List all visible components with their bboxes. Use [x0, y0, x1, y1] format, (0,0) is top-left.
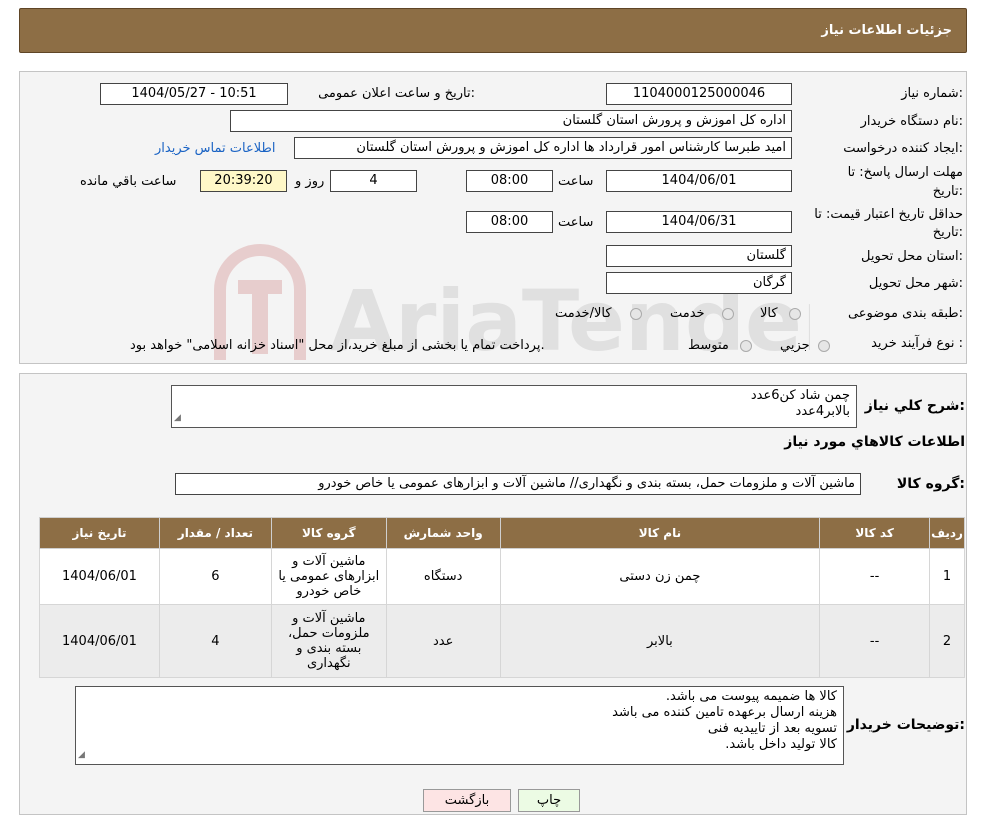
- process-option-medium-label: متوسط: [688, 338, 729, 353]
- page-title: جزئیات اطلاعات نیاز: [821, 23, 952, 38]
- goods-table: ردیف کد کالا نام کالا واحد شمارش گروه کا…: [39, 517, 965, 678]
- summary-line-1: چمن شاد کن6عدد: [750, 388, 850, 403]
- process-option-minor-label: جزیي: [780, 338, 810, 353]
- buyer-org-field[interactable]: اداره کل اموزش و پرورش استان گلستان: [230, 110, 792, 132]
- creator-field[interactable]: امید طبرسا کارشناس امور قرارداد ها اداره…: [294, 137, 792, 159]
- buyer-note-line-1: کالا ها ضمیمه پیوست می باشد.: [665, 689, 837, 704]
- category-option-both-radio[interactable]: [630, 308, 642, 320]
- buyer-note-line-3: تسویه بعد از تاییدیه فنی: [707, 721, 837, 736]
- days-label: روز و: [295, 174, 325, 189]
- buyer-note-line-2: هزینه ارسال برعهده تامین کننده می باشد: [612, 705, 837, 720]
- category-option-goods-radio[interactable]: [789, 308, 801, 320]
- goods-group: ماشین آلات و ملزومات حمل، بسته بندی و نگ…: [270, 604, 387, 678]
- col-goods-group: گروه کالا: [270, 517, 387, 549]
- col-goods-code: کد کالا: [819, 517, 931, 549]
- goods-name: چمن زن دستی: [499, 548, 821, 605]
- city-field[interactable]: گرگان: [606, 272, 792, 294]
- process-type-label: نوع فرآیند خرید :: [871, 336, 963, 351]
- category-option-service-radio[interactable]: [722, 308, 734, 320]
- process-option-medium-radio[interactable]: [740, 340, 752, 352]
- unit: دستگاه: [385, 548, 501, 605]
- validity-date-field[interactable]: 1404/06/31: [606, 211, 792, 233]
- table-row: 1 -- چمن زن دستی دستگاه ماشین آلات و ابز…: [39, 548, 965, 605]
- deadline-label: مهلت ارسال پاسخ: تا: [847, 165, 963, 180]
- goods-table-header: ردیف کد کالا نام کالا واحد شمارش گروه کا…: [39, 517, 965, 549]
- announce-date-label: تاریخ و ساعت اعلان عمومی:: [318, 86, 475, 101]
- col-quantity: تعداد / مقدار: [158, 517, 272, 549]
- days-remaining-field[interactable]: 4: [330, 170, 417, 192]
- goods-group-label: گروه کالا:: [896, 476, 965, 492]
- remaining-time-field[interactable]: 20:39:20: [200, 170, 287, 192]
- quantity: 6: [158, 548, 272, 605]
- print-button[interactable]: چاپ: [518, 789, 580, 812]
- process-option-minor-radio[interactable]: [818, 340, 830, 352]
- buyer-notes-label: توضیحات خریدار:: [846, 717, 965, 733]
- deadline-date-field[interactable]: 1404/06/01: [606, 170, 792, 192]
- city-label: شهر محل تحویل:: [868, 276, 963, 291]
- province-label: استان محل تحویل:: [861, 249, 963, 264]
- validity-label-2: تاریخ:: [932, 225, 963, 240]
- col-goods-name: نام کالا: [499, 517, 821, 549]
- buyer-note-line-4: کالا تولید داخل باشد.: [725, 737, 837, 752]
- need-date: 1404/06/01: [39, 548, 160, 605]
- col-row-number: ردیف: [929, 517, 965, 549]
- remaining-time-label: ساعت باقي مانده: [80, 174, 177, 189]
- need-number-label: شماره نیاز:: [901, 86, 963, 101]
- summary-line-2: بالابر4عدد: [795, 404, 850, 419]
- deadline-label-2: تاریخ:: [932, 184, 963, 199]
- validity-label: حداقل تاریخ اعتبار قیمت: تا: [814, 207, 963, 222]
- validity-time-field[interactable]: 08:00: [466, 211, 553, 233]
- goods-code: --: [819, 548, 931, 605]
- validity-time-label: ساعت: [558, 215, 594, 230]
- back-button[interactable]: بازگشت: [423, 789, 511, 812]
- category-option-goods-label: کالا: [760, 306, 778, 321]
- row-number: 1: [929, 548, 965, 605]
- col-need-date: تاریخ نیاز: [39, 517, 160, 549]
- goods-group: ماشین آلات و ابزارهای عمومی یا خاص خودرو: [270, 548, 387, 605]
- deadline-time-label: ساعت: [558, 174, 594, 189]
- summary-textarea[interactable]: چمن شاد کن6عدد بالابر4عدد ◢: [171, 385, 857, 428]
- resize-grip-icon[interactable]: ◢: [174, 410, 181, 426]
- page-header: جزئیات اطلاعات نیاز: [19, 8, 967, 53]
- buyer-org-label: نام دستگاه خریدار:: [860, 114, 963, 129]
- goods-section-title: اطلاعات کالاهاي مورد نياز: [784, 434, 965, 450]
- buyer-notes-textarea[interactable]: کالا ها ضمیمه پیوست می باشد. هزینه ارسال…: [75, 686, 844, 765]
- goods-code: --: [819, 604, 931, 678]
- summary-label: شرح کلي نياز:: [864, 398, 965, 414]
- resize-grip-icon[interactable]: ◢: [78, 747, 85, 763]
- quantity: 4: [158, 604, 272, 678]
- category-label: طبقه بندی موضوعی:: [847, 306, 963, 321]
- announce-date-field[interactable]: 1404/05/27 - 10:51: [100, 83, 288, 105]
- goods-name: بالابر: [499, 604, 821, 678]
- deadline-time-field[interactable]: 08:00: [466, 170, 553, 192]
- province-field[interactable]: گلستان: [606, 245, 792, 267]
- creator-label: ایجاد کننده درخواست:: [843, 141, 963, 156]
- process-payment-note: پرداخت تمام یا بخشی از مبلغ خرید،از محل …: [130, 338, 545, 353]
- goods-group-field[interactable]: ماشین آلات و ملزومات حمل، بسته بندی و نگ…: [175, 473, 861, 495]
- need-date: 1404/06/01: [39, 604, 160, 678]
- category-option-both-label: کالا/خدمت: [555, 306, 612, 321]
- table-row: 2 -- بالابر عدد ماشین آلات و ملزومات حمل…: [39, 604, 965, 678]
- buyer-contact-link[interactable]: اطلاعات تماس خریدار: [155, 141, 275, 156]
- category-option-service-label: خدمت: [670, 306, 705, 321]
- col-unit: واحد شمارش: [385, 517, 501, 549]
- unit: عدد: [385, 604, 501, 678]
- row-number: 2: [929, 604, 965, 678]
- need-number-field[interactable]: 1104000125000046: [606, 83, 792, 105]
